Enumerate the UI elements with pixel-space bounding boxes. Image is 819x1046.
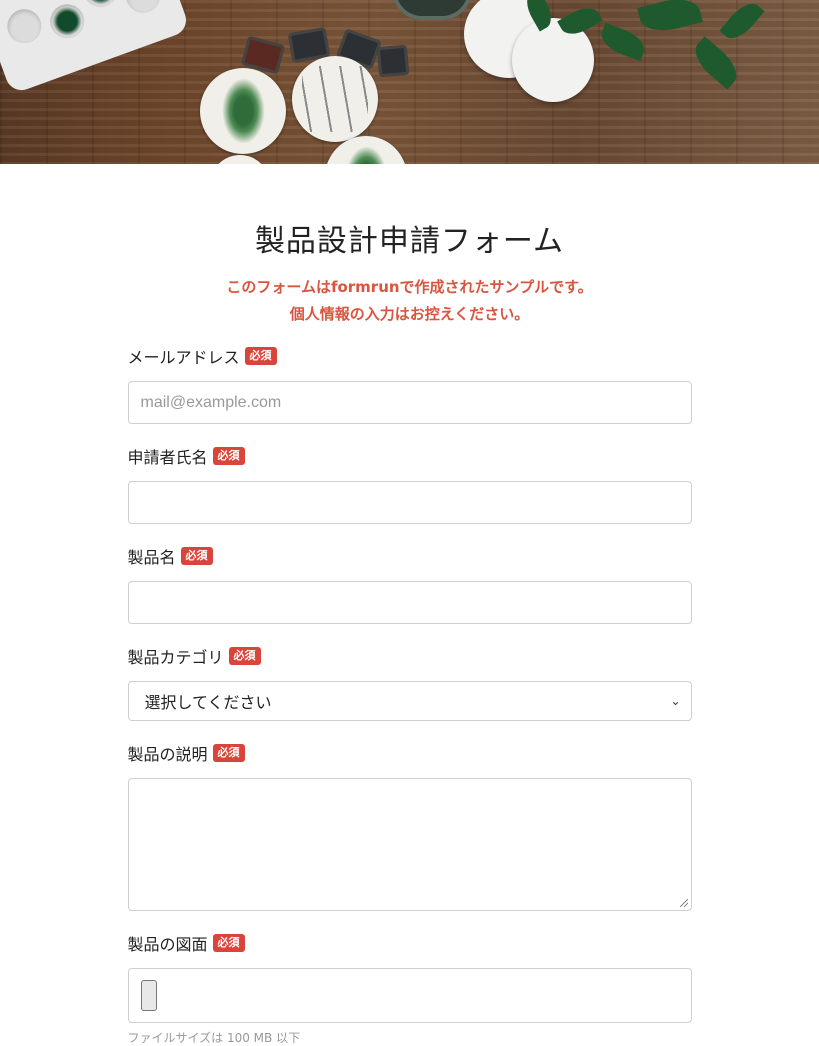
product-name-label: 製品名 (127, 548, 176, 567)
header-image (0, 0, 819, 164)
product-category-label-row: 製品カテゴリ 必須 (128, 644, 692, 668)
product-drawing-label: 製品の図面 (127, 935, 208, 954)
product-category-select[interactable]: 選択してください ⌄ (127, 681, 692, 721)
applicant-name-label-row: 申請者氏名 必須 (128, 444, 692, 468)
file-size-hint: ファイルサイズは 100 MB 以下 (127, 1031, 301, 1045)
email-input[interactable]: mail@example.com (127, 381, 692, 424)
file-select-button[interactable] (140, 980, 157, 1011)
product-category-label: 製品カテゴリ (127, 648, 224, 667)
form-title: 製品設計申請フォーム (254, 224, 565, 259)
applicant-name-input[interactable] (127, 481, 692, 524)
chevron-down-icon: ⌄ (670, 694, 681, 708)
email-label: メールアドレス (127, 348, 240, 367)
product-name-field-group: 製品名 必須 (127, 544, 692, 624)
applicant-name-field-group: 申請者氏名 必須 (127, 444, 692, 524)
form-container: 製品設計申請フォーム このフォームはformrunで作成されたサンプルです。 個… (127, 216, 692, 1046)
required-badge: 必須 (228, 647, 261, 665)
product-name-label-row: 製品名 必須 (128, 544, 692, 568)
notice-line-2: 個人情報の入力はお控えください。 (289, 305, 530, 323)
required-badge: 必須 (244, 347, 277, 365)
required-badge: 必須 (212, 447, 245, 465)
product-description-label-row: 製品の説明 必須 (128, 741, 692, 765)
required-badge: 必須 (180, 547, 213, 565)
product-drawing-label-row: 製品の図面 必須 (128, 931, 692, 955)
email-label-row: メールアドレス 必須 (128, 344, 692, 368)
product-description-field-group: 製品の説明 必須 (127, 741, 692, 911)
notice-line-1: このフォームはformrunで作成されたサンプルです。 (226, 278, 593, 296)
product-description-label: 製品の説明 (127, 745, 208, 764)
email-placeholder: mail@example.com (140, 393, 282, 411)
required-badge: 必須 (212, 744, 245, 762)
product-description-textarea[interactable] (127, 778, 692, 911)
product-category-field-group: 製品カテゴリ 必須 選択してください ⌄ (127, 644, 692, 721)
email-field-group: メールアドレス 必須 mail@example.com (127, 344, 692, 424)
product-name-input[interactable] (127, 581, 692, 624)
resize-handle-icon[interactable] (679, 899, 688, 907)
paint-palette-decoration (0, 0, 191, 95)
applicant-name-label: 申請者氏名 (127, 448, 208, 467)
product-category-selected: 選択してください (144, 695, 272, 712)
product-drawing-file-input[interactable] (127, 968, 692, 1023)
required-badge: 必須 (212, 934, 245, 952)
product-drawing-field-group: 製品の図面 必須 ファイルサイズは 100 MB 以下 (127, 931, 692, 1046)
sample-notice: このフォームはformrunで作成されたサンプルです。 個人情報の入力はお控えく… (128, 274, 692, 328)
